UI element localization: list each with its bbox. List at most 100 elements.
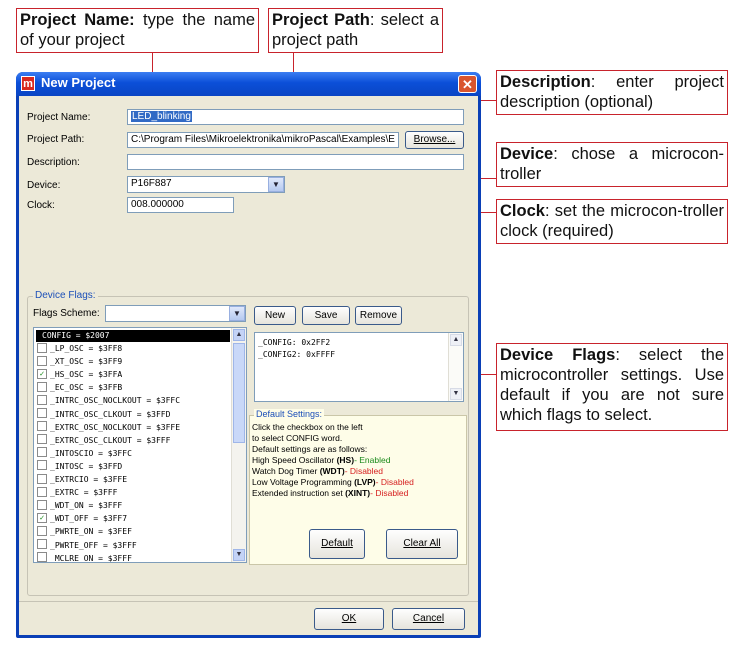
flag-row[interactable]: _XT_OSC = $3FF9 [37,355,122,368]
device-flags-list[interactable]: CONFIG = $2007 _LP_OSC = $3FF8 _XT_OSC = … [33,327,247,563]
flag-row[interactable]: _WDT_ON = $3FFF [37,499,123,512]
flags-scrollbar[interactable]: ▲ ▼ [231,328,246,562]
new-project-window: m New Project ✕ Project Name: LED_blinki… [16,72,481,638]
title-bar[interactable]: m New Project ✕ [16,72,481,96]
flag-row[interactable]: _EXTRCIO = $3FFE [37,473,127,486]
default-button[interactable]: Default [309,529,365,559]
config-scrollbar[interactable]: ▲ ▼ [448,333,463,401]
scroll-up-icon[interactable]: ▲ [233,329,245,341]
annotation-device-flags-title: Device Flags [500,346,616,364]
config-scroll-down-icon[interactable]: ▼ [450,388,462,400]
checkbox-icon[interactable] [37,447,47,458]
checkbox-icon[interactable] [37,473,47,484]
checkbox-icon[interactable] [37,342,47,353]
device-dropdown-chevron-icon[interactable]: ▼ [268,177,284,192]
annotation-description-title: Description [500,73,591,91]
config-scroll-up-icon[interactable]: ▲ [450,334,462,346]
clear-all-button[interactable]: Clear All [386,529,458,559]
flag-label: _WDT_ON = $3FFF [50,501,123,511]
flag-row[interactable]: _EC_OSC = $3FFB [37,381,123,394]
checkbox-icon[interactable] [37,355,47,366]
flag-row[interactable]: _INTOSC = $3FFD [37,460,123,473]
flag-row[interactable]: _EXTRC_OSC_NOCLKOUT = $3FFE [37,421,180,434]
flag-row[interactable]: _MCLRE_ON = $3FFF [37,552,132,563]
cancel-button[interactable]: Cancel [392,608,465,630]
flag-label: _MCLRE_ON = $3FFF [50,553,132,563]
flag-row[interactable]: _EXTRC_OSC_CLKOUT = $3FFF [37,434,171,447]
scroll-down-icon[interactable]: ▼ [233,549,245,561]
checkbox-icon[interactable] [37,434,47,445]
checkbox-icon[interactable] [37,552,47,562]
checkbox-icon[interactable] [37,408,47,418]
flag-label: _INTOSC = $3FFD [50,461,123,471]
checkbox-checked-icon[interactable]: ✓ [37,368,47,379]
annotation-description: Description: enter project description (… [496,70,728,115]
flag-label: _EC_OSC = $3FFB [50,383,123,393]
checkbox-icon[interactable] [37,460,47,471]
default-lvp-key: (LVP) [354,477,376,487]
annotation-project-path: Project Path: select a project path [268,8,443,53]
flag-label: _WDT_OFF = $3FF7 [50,514,128,524]
flag-row[interactable]: _PWRTE_OFF = $3FFF [37,539,137,552]
checkbox-icon[interactable] [37,421,47,432]
description-input[interactable] [127,154,464,170]
flag-label: _PWRTE_ON = $3FEF [50,527,132,537]
flag-row[interactable]: _INTRC_OSC_NOCLKOUT = $3FFC [37,394,181,407]
checkbox-icon[interactable] [37,539,47,549]
browse-button[interactable]: Browse... [405,131,464,149]
checkbox-icon[interactable] [37,499,47,510]
default-line-lvp: Low Voltage Programming (LVP)- Disabled [252,477,414,488]
flag-label: _PWRTE_OFF = $3FFF [50,540,137,550]
flag-row[interactable]: _INTOSCIO = $3FFC [37,447,132,460]
project-name-label: Project Name: [27,112,91,123]
remove-scheme-button[interactable]: Remove [355,306,402,325]
ok-button[interactable]: OK [314,608,384,630]
project-path-label: Project Path: [27,134,85,145]
flags-scheme-chevron-icon[interactable]: ▼ [229,306,245,321]
default-wdt-key: (WDT) [319,466,345,476]
flag-row[interactable]: ✓ _WDT_OFF = $3FF7 [37,512,128,525]
default-line-wdt: Watch Dog Timer (WDT)- Disabled [252,466,383,477]
flags-scheme-select[interactable] [105,305,246,322]
project-path-input[interactable]: C:\Program Files\Mikroelektronika\mikroP… [127,132,399,148]
clock-input[interactable]: 008.000000 [127,197,234,213]
default-hs-key: (HS) [336,455,355,465]
scroll-thumb[interactable] [233,343,245,443]
save-scheme-button[interactable]: Save [302,306,350,325]
flag-row[interactable]: ✓ _HS_OSC = $3FFA [37,368,122,381]
config-line-2: _CONFIG2: 0xFFFF [258,350,336,359]
annotation-clock: Clock: set the microcon-troller clock (r… [496,199,728,244]
device-select[interactable]: P16F887 [127,176,285,193]
checkbox-icon[interactable] [37,394,47,405]
annotation-device-title: Device [500,145,554,163]
default-settings-title: Default Settings: [254,409,325,419]
annotation-device-flags: Device Flags: select the microcontroller… [496,343,728,431]
checkbox-checked-icon[interactable]: ✓ [37,512,47,523]
default-xint-key: (XINT) [345,488,371,498]
default-xint-status: - Disabled [370,488,409,498]
flag-row[interactable]: _LP_OSC = $3FF8 [37,342,122,355]
flag-label: _EXTRC_OSC_CLKOUT = $3FFF [50,435,171,445]
default-line-2: to select CONFIG word. [252,433,343,443]
annotation-clock-title: Clock [500,202,545,220]
checkbox-icon[interactable] [37,525,47,536]
config-line-1: _CONFIG: 0x2FF2 [258,338,331,347]
project-name-input[interactable]: LED_blinking [127,109,464,125]
flag-row[interactable]: _INTRC_OSC_CLKOUT = $3FFD [37,408,171,421]
flag-row[interactable]: _PWRTE_ON = $3FEF [37,525,132,538]
config-output[interactable]: _CONFIG: 0x2FF2 _CONFIG2: 0xFFFF ▲ ▼ [254,332,464,402]
flag-row[interactable]: _EXTRC = $3FFF [37,486,117,499]
footer-divider [19,601,478,602]
flag-label: _INTRC_OSC_CLKOUT = $3FFD [50,409,171,419]
checkbox-icon[interactable] [37,381,47,392]
default-hs-status: - Enabled [354,455,391,465]
annotation-project-name: Project Name: type the name of your proj… [16,8,259,53]
checkbox-icon[interactable] [37,486,47,497]
clear-all-label: Clear All [403,538,441,549]
default-hs-label: High Speed Oscillator [252,455,337,465]
flag-label: _INTRC_OSC_NOCLKOUT = $3FFC [50,396,181,406]
flags-scheme-label: Flags Scheme: [33,308,100,319]
close-button[interactable]: ✕ [458,75,477,93]
new-scheme-button[interactable]: New [254,306,296,325]
ok-label: OK [341,613,357,624]
